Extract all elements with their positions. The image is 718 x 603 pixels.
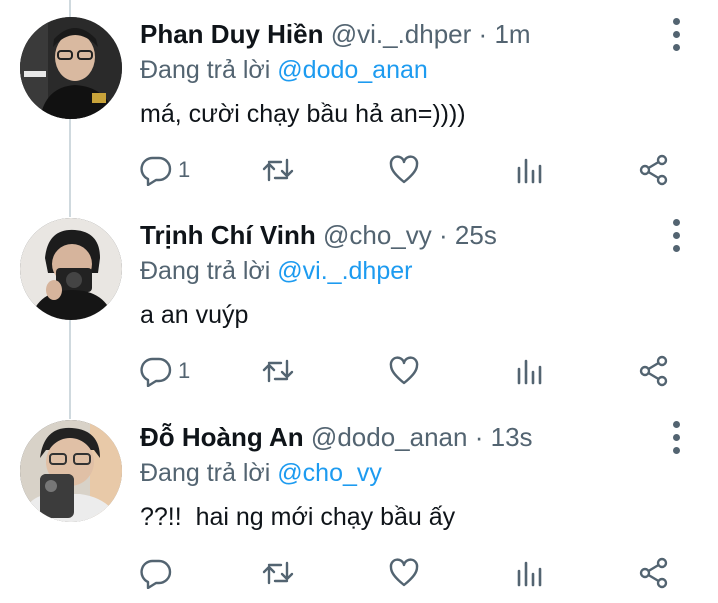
mention-link[interactable]: @dodo_anan: [277, 56, 428, 84]
more-vertical-icon[interactable]: [666, 18, 688, 54]
retweet-button[interactable]: [262, 553, 298, 593]
user-handle[interactable]: @dodo_anan: [311, 422, 468, 452]
meta-separator: ·: [474, 422, 484, 452]
analytics-button[interactable]: [514, 150, 550, 190]
display-name[interactable]: Trịnh Chí Vinh: [140, 220, 316, 250]
like-button[interactable]: [388, 553, 424, 593]
avatar[interactable]: [20, 218, 122, 320]
reply-icon: [140, 357, 172, 387]
replying-to: Đang trả lời @cho_vy: [140, 456, 382, 490]
tweet-header: Đỗ Hoàng An @dodo_anan · 13s: [140, 419, 533, 455]
share-icon: [639, 154, 668, 186]
timestamp[interactable]: 25s: [455, 220, 497, 250]
analytics-icon: [517, 561, 542, 587]
analytics-button[interactable]: [514, 351, 550, 391]
share-icon: [639, 557, 668, 589]
retweet-button[interactable]: [262, 351, 298, 391]
reply-icon: [140, 156, 172, 186]
action-bar: 1: [0, 150, 718, 190]
analytics-button[interactable]: [514, 553, 550, 593]
meta-separator: ·: [478, 19, 488, 49]
analytics-icon: [517, 158, 542, 184]
retweet-button[interactable]: [262, 150, 298, 190]
replying-to: Đang trả lời @dodo_anan: [140, 53, 428, 87]
tweet[interactable]: Phan Duy Hiền @vi._.dhper · 1m Đang trả …: [0, 0, 718, 200]
tweet-text: a an vuýp: [140, 301, 249, 329]
reply-count: 1: [178, 157, 191, 182]
avatar[interactable]: [20, 17, 122, 119]
reply-button[interactable]: [140, 553, 200, 593]
share-icon: [639, 355, 668, 387]
user-handle[interactable]: @cho_vy: [323, 220, 432, 250]
replying-label: Đang trả lời: [140, 257, 278, 285]
reply-icon: [140, 559, 172, 589]
like-icon: [389, 356, 419, 385]
action-bar: [0, 553, 718, 593]
retweet-icon: [262, 158, 294, 182]
replying-label: Đang trả lời: [140, 459, 278, 487]
meta-separator: ·: [439, 220, 448, 250]
reply-button[interactable]: 1: [140, 150, 200, 190]
more-vertical-icon[interactable]: [666, 219, 688, 255]
like-icon: [389, 155, 419, 184]
reply-button[interactable]: 1: [140, 351, 200, 391]
share-button[interactable]: [638, 150, 674, 190]
mention-link[interactable]: @vi._.dhper: [277, 257, 412, 285]
retweet-icon: [262, 561, 294, 585]
avatar[interactable]: [20, 420, 122, 522]
action-bar: 1: [0, 351, 718, 391]
tweet-header: Phan Duy Hiền @vi._.dhper · 1m: [140, 16, 531, 52]
more-vertical-icon[interactable]: [666, 421, 688, 457]
retweet-icon: [262, 359, 294, 383]
share-button[interactable]: [638, 351, 674, 391]
like-button[interactable]: [388, 150, 424, 190]
display-name[interactable]: Đỗ Hoàng An: [140, 422, 304, 452]
replying-label: Đang trả lời: [140, 56, 278, 84]
like-button[interactable]: [388, 351, 424, 391]
display-name[interactable]: Phan Duy Hiền: [140, 19, 323, 49]
reply-count: 1: [178, 358, 191, 383]
tweet-text: má, cười chạy bầu hả an=)))): [140, 100, 466, 128]
timestamp[interactable]: 1m: [494, 19, 530, 49]
replying-to: Đang trả lời @vi._.dhper: [140, 254, 412, 288]
tweet[interactable]: Đỗ Hoàng An @dodo_anan · 13s Đang trả lờ…: [0, 403, 718, 603]
tweet-header: Trịnh Chí Vinh @cho_vy · 25s: [140, 217, 497, 253]
tweet-text: ??!! hai ng mới chạy bầu ấy: [140, 503, 456, 531]
share-button[interactable]: [638, 553, 674, 593]
analytics-icon: [517, 359, 542, 385]
user-handle[interactable]: @vi._.dhper: [331, 19, 472, 49]
tweet[interactable]: Trịnh Chí Vinh @cho_vy · 25s Đang trả lờ…: [0, 201, 718, 401]
timestamp[interactable]: 13s: [491, 422, 533, 452]
mention-link[interactable]: @cho_vy: [277, 459, 382, 487]
like-icon: [389, 558, 419, 587]
